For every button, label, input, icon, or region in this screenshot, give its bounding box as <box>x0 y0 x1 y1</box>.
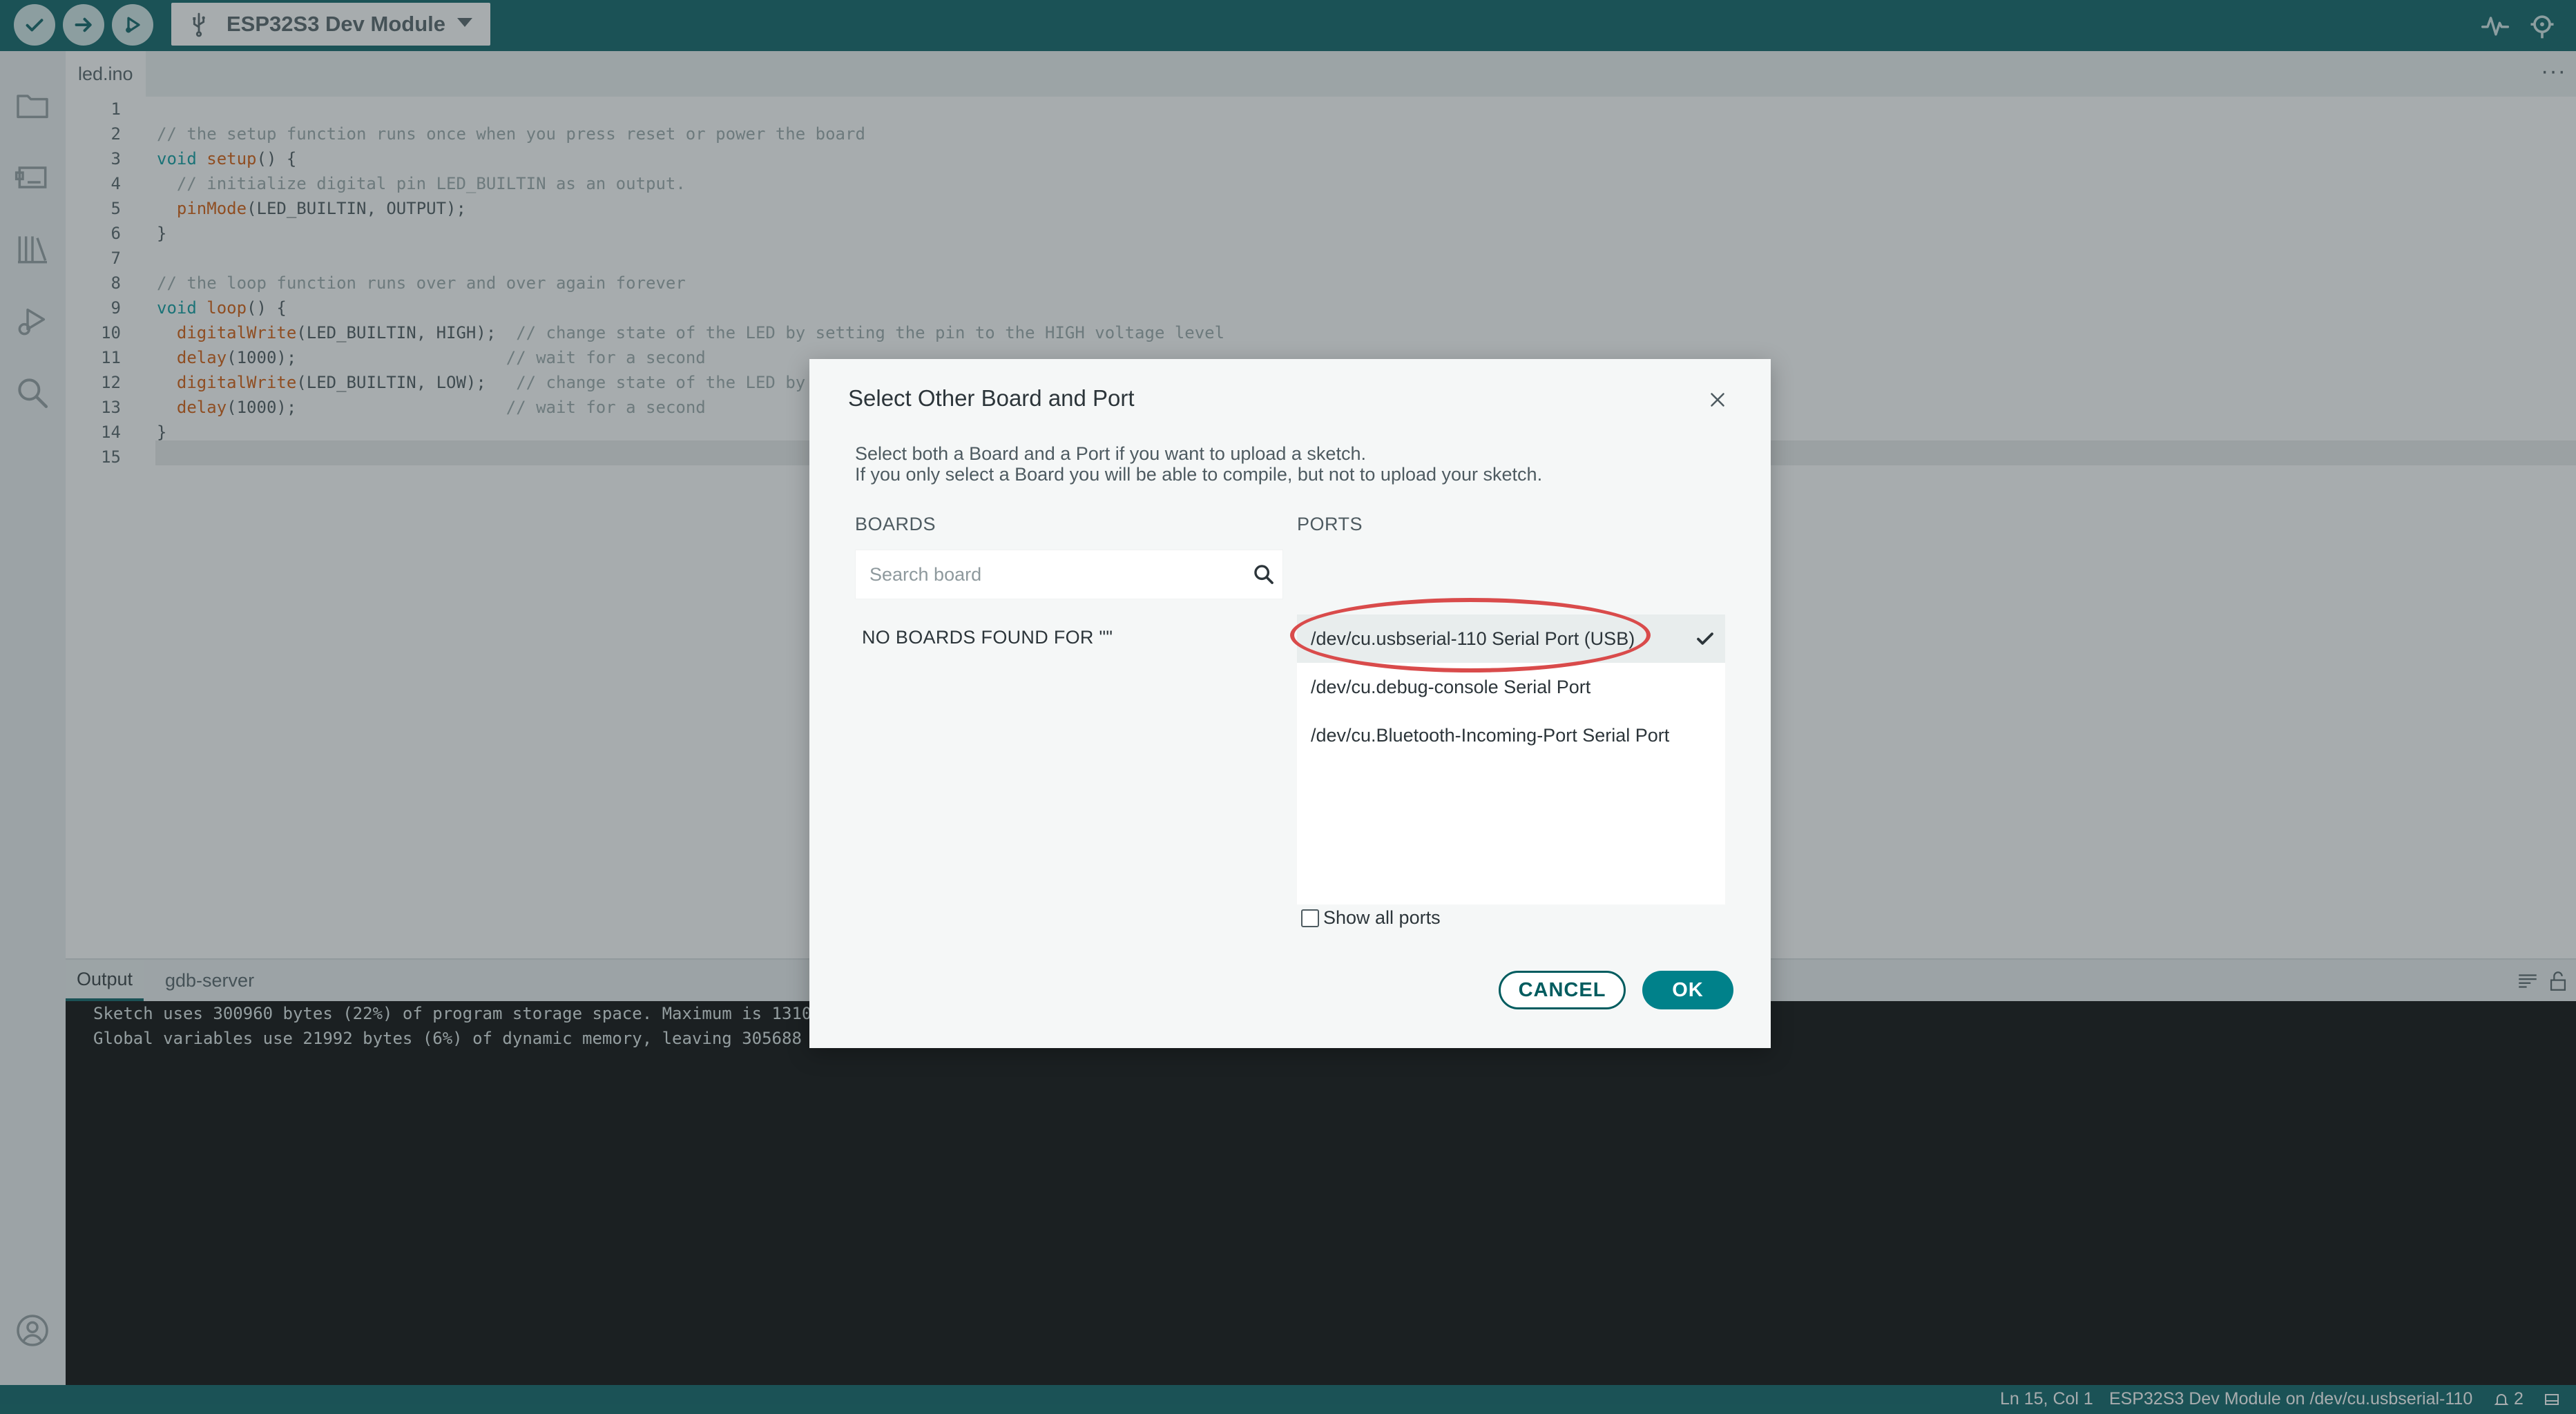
ports-header: PORTS <box>1297 514 1363 534</box>
close-icon[interactable] <box>1706 388 1729 411</box>
port-label: /dev/cu.debug-console Serial Port <box>1311 676 1591 697</box>
search-board-input[interactable] <box>856 550 1242 599</box>
boards-header: BOARDS <box>855 514 936 534</box>
select-board-port-dialog: Select Other Board and Port Select both … <box>809 359 1771 1048</box>
port-item-debug-console[interactable]: /dev/cu.debug-console Serial Port <box>1297 663 1725 711</box>
port-item-bluetooth[interactable]: /dev/cu.Bluetooth-Incoming-Port Serial P… <box>1297 711 1725 759</box>
dialog-description: If you only select a Board you will be a… <box>855 464 1543 485</box>
dialog-title: Select Other Board and Port <box>848 385 1135 411</box>
ok-button[interactable]: OK <box>1642 971 1733 1009</box>
board-search-box <box>855 550 1283 599</box>
port-label: /dev/cu.usbserial-110 Serial Port (USB) <box>1311 628 1635 649</box>
checkmark-icon <box>1697 632 1713 645</box>
show-all-ports-checkbox[interactable] <box>1301 909 1319 927</box>
port-item-usbserial-110[interactable]: /dev/cu.usbserial-110 Serial Port (USB) <box>1297 614 1725 663</box>
no-boards-message: NO BOARDS FOUND FOR "" <box>862 627 1113 648</box>
ports-list: /dev/cu.usbserial-110 Serial Port (USB) … <box>1297 614 1725 904</box>
show-all-ports-toggle[interactable]: Show all ports <box>1301 907 1441 929</box>
port-label: /dev/cu.Bluetooth-Incoming-Port Serial P… <box>1311 724 1670 746</box>
search-icon[interactable] <box>1252 563 1276 586</box>
cancel-button[interactable]: CANCEL <box>1499 971 1626 1009</box>
dialog-description: Select both a Board and a Port if you wa… <box>855 443 1366 464</box>
show-all-ports-label: Show all ports <box>1323 907 1441 928</box>
